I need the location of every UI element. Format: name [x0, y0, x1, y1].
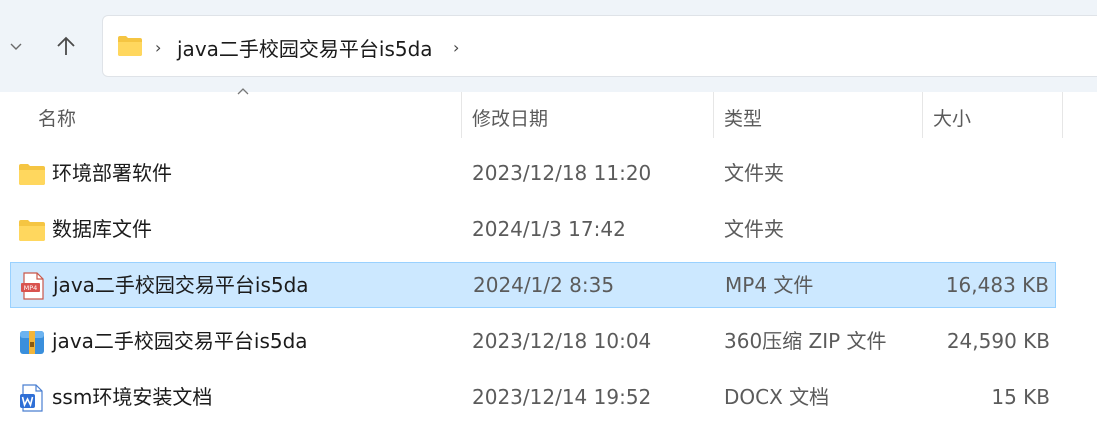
file-size: 15 KB: [991, 385, 1050, 409]
recent-locations-button[interactable]: [0, 28, 32, 64]
zip-archive-icon: [20, 331, 44, 354]
sort-ascending-icon: [237, 88, 249, 95]
column-header-size[interactable]: 大小: [933, 104, 971, 131]
file-date: 2024/1/2 8:35: [473, 273, 615, 297]
up-button[interactable]: [48, 28, 84, 64]
file-type: 文件夹: [724, 217, 784, 241]
column-header-name[interactable]: 名称: [38, 104, 76, 131]
svg-text:MP4: MP4: [24, 284, 38, 292]
arrow-up-icon: [57, 36, 75, 55]
file-type: 文件夹: [724, 161, 784, 185]
file-name: java二手校园交易平台is5da: [52, 329, 308, 353]
docx-file-icon: [20, 384, 43, 412]
mp4-file-icon: MP4: [21, 272, 44, 300]
file-name: 环境部署软件: [52, 161, 172, 185]
column-header-date[interactable]: 修改日期: [472, 104, 548, 131]
column-divider[interactable]: [922, 92, 923, 138]
address-bar[interactable]: › java二手校园交易平台is5da ›: [102, 15, 1097, 77]
file-name: ssm环境安装文档: [52, 385, 213, 409]
file-name: 数据库文件: [52, 217, 152, 241]
file-row[interactable]: 环境部署软件 2023/12/18 11:20 文件夹: [10, 151, 1056, 197]
file-type: MP4 文件: [725, 273, 814, 297]
column-header-type[interactable]: 类型: [724, 104, 762, 131]
folder-icon: [19, 220, 45, 241]
breadcrumb-current-folder[interactable]: java二手校园交易平台is5da: [177, 33, 433, 62]
file-date: 2023/12/18 10:04: [472, 329, 652, 353]
file-date: 2024/1/3 17:42: [472, 217, 626, 241]
breadcrumb-separator[interactable]: ›: [453, 38, 459, 57]
file-type: DOCX 文档: [724, 385, 830, 409]
column-divider[interactable]: [713, 92, 714, 138]
chevron-down-icon: [10, 43, 22, 50]
file-row-selected[interactable]: MP4 java二手校园交易平台is5da 2024/1/2 8:35 MP4 …: [10, 262, 1056, 308]
file-date: 2023/12/14 19:52: [472, 385, 652, 409]
folder-icon: [19, 164, 45, 185]
navigation-bar: › java二手校园交易平台is5da ›: [0, 0, 1097, 92]
file-size: 16,483 KB: [945, 273, 1049, 297]
file-row[interactable]: java二手校园交易平台is5da 2023/12/18 10:04 360压缩…: [10, 319, 1056, 365]
file-row[interactable]: ssm环境安装文档 2023/12/14 19:52 DOCX 文档 15 KB: [10, 375, 1056, 421]
file-date: 2023/12/18 11:20: [472, 161, 652, 185]
column-divider[interactable]: [461, 92, 462, 138]
breadcrumb-separator[interactable]: ›: [155, 38, 161, 57]
column-header: 名称 修改日期 类型 大小: [0, 88, 1097, 142]
file-size: 24,590 KB: [946, 329, 1050, 353]
folder-icon: [117, 35, 143, 61]
column-divider[interactable]: [1062, 92, 1063, 138]
file-type: 360压缩 ZIP 文件: [724, 329, 887, 353]
file-name: java二手校园交易平台is5da: [53, 273, 309, 297]
file-row[interactable]: 数据库文件 2024/1/3 17:42 文件夹: [10, 207, 1056, 253]
